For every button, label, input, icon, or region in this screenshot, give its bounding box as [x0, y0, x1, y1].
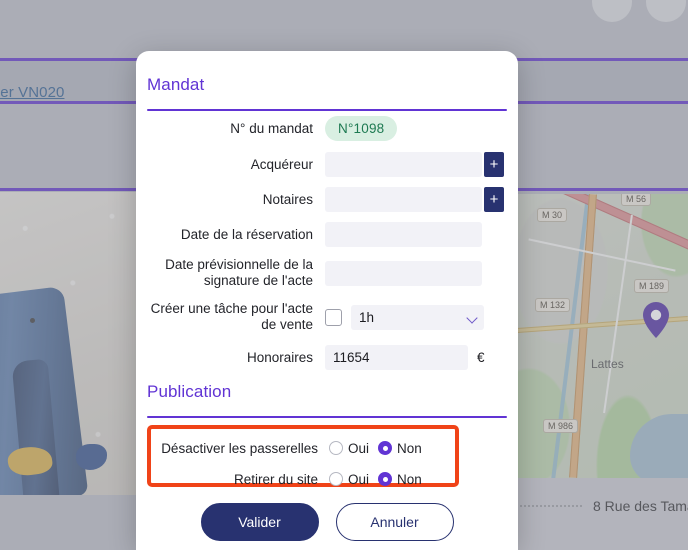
radio-passerelles-oui-label: Oui [348, 440, 370, 456]
field-row-acquereur: Acquéreur + [147, 152, 507, 177]
mandat-section-title: Mandat [147, 75, 205, 94]
field-row-date-signature: Date prévisionnelle de la signature de l… [147, 257, 507, 289]
radio-dot-on-icon [378, 441, 393, 455]
acquereur-input[interactable] [325, 152, 482, 177]
field-label-numero: N° du mandat [230, 121, 313, 136]
mandat-section-rule [147, 109, 507, 111]
field-row-numero: N° du mandat N°1098 [147, 116, 507, 141]
radio-retirer-oui-label: Oui [348, 471, 370, 487]
radio-label-desactiver-passerelles: Désactiver les passerelles [161, 440, 318, 456]
radio-retirer-non-label: Non [397, 471, 422, 487]
field-label-date-signature: Date prévisionnelle de la signature de l… [165, 257, 313, 288]
mandat-section: Mandat [147, 75, 507, 111]
chevron-down-icon [466, 311, 478, 324]
field-row-honoraires: Honoraires € [147, 345, 507, 370]
field-label-notaires: Notaires [262, 192, 313, 207]
radio-label-retirer-du-site: Retirer du site [233, 471, 318, 487]
honoraires-input[interactable] [325, 345, 468, 370]
radio-dot-off-icon [329, 472, 343, 486]
field-row-creer-tache: Créer une tâche pour l'acte de vente 1h [147, 301, 507, 333]
radio-passerelles-non-label: Non [397, 440, 422, 456]
publication-section-rule [147, 416, 507, 418]
date-signature-input[interactable] [325, 260, 482, 286]
modal-footer: Valider Annuler [136, 493, 518, 550]
mandat-fields: N° du mandat N°1098 Acquéreur + Notaires… [147, 116, 507, 370]
field-label-acquereur: Acquéreur [250, 157, 313, 172]
field-row-date-reservation: Date de la réservation [147, 222, 507, 247]
validate-button[interactable]: Valider [200, 502, 319, 541]
radio-dot-on-icon [378, 472, 393, 486]
tache-duration-select[interactable]: 1h [351, 304, 484, 330]
add-acquereur-button[interactable]: + [484, 152, 504, 177]
mandat-number-badge: N°1098 [325, 116, 398, 141]
date-reservation-input[interactable] [325, 222, 482, 247]
radio-retirer-oui[interactable]: Oui [329, 472, 369, 487]
field-label-creer-tache: Créer une tâche pour l'acte de vente [150, 301, 313, 332]
field-row-notaires: Notaires + [147, 187, 507, 212]
radio-retirer-non[interactable]: Non [378, 472, 422, 487]
cancel-button[interactable]: Annuler [335, 502, 454, 541]
add-notaire-button[interactable]: + [484, 187, 504, 212]
radio-passerelles-non[interactable]: Non [378, 441, 422, 456]
tache-duration-value: 1h [359, 309, 375, 325]
publication-highlight-box: Désactiver les passerelles Oui Non Retir… [147, 425, 459, 487]
field-label-date-reservation: Date de la réservation [180, 227, 313, 242]
creer-tache-checkbox[interactable] [325, 308, 342, 326]
radio-row-desactiver-passerelles: Désactiver les passerelles Oui Non [151, 435, 455, 461]
radio-row-retirer-du-site: Retirer du site Oui Non [151, 466, 455, 492]
field-label-honoraires: Honoraires [246, 350, 313, 365]
radio-passerelles-oui[interactable]: Oui [329, 441, 369, 456]
radio-dot-off-icon [329, 441, 343, 455]
notaires-input[interactable] [325, 187, 482, 212]
publication-section: Publication [147, 382, 507, 418]
currency-symbol: € [477, 350, 485, 365]
publication-section-title: Publication [147, 382, 232, 401]
mandat-modal: Mandat N° du mandat N°1098 Acquéreur + N… [136, 51, 518, 550]
